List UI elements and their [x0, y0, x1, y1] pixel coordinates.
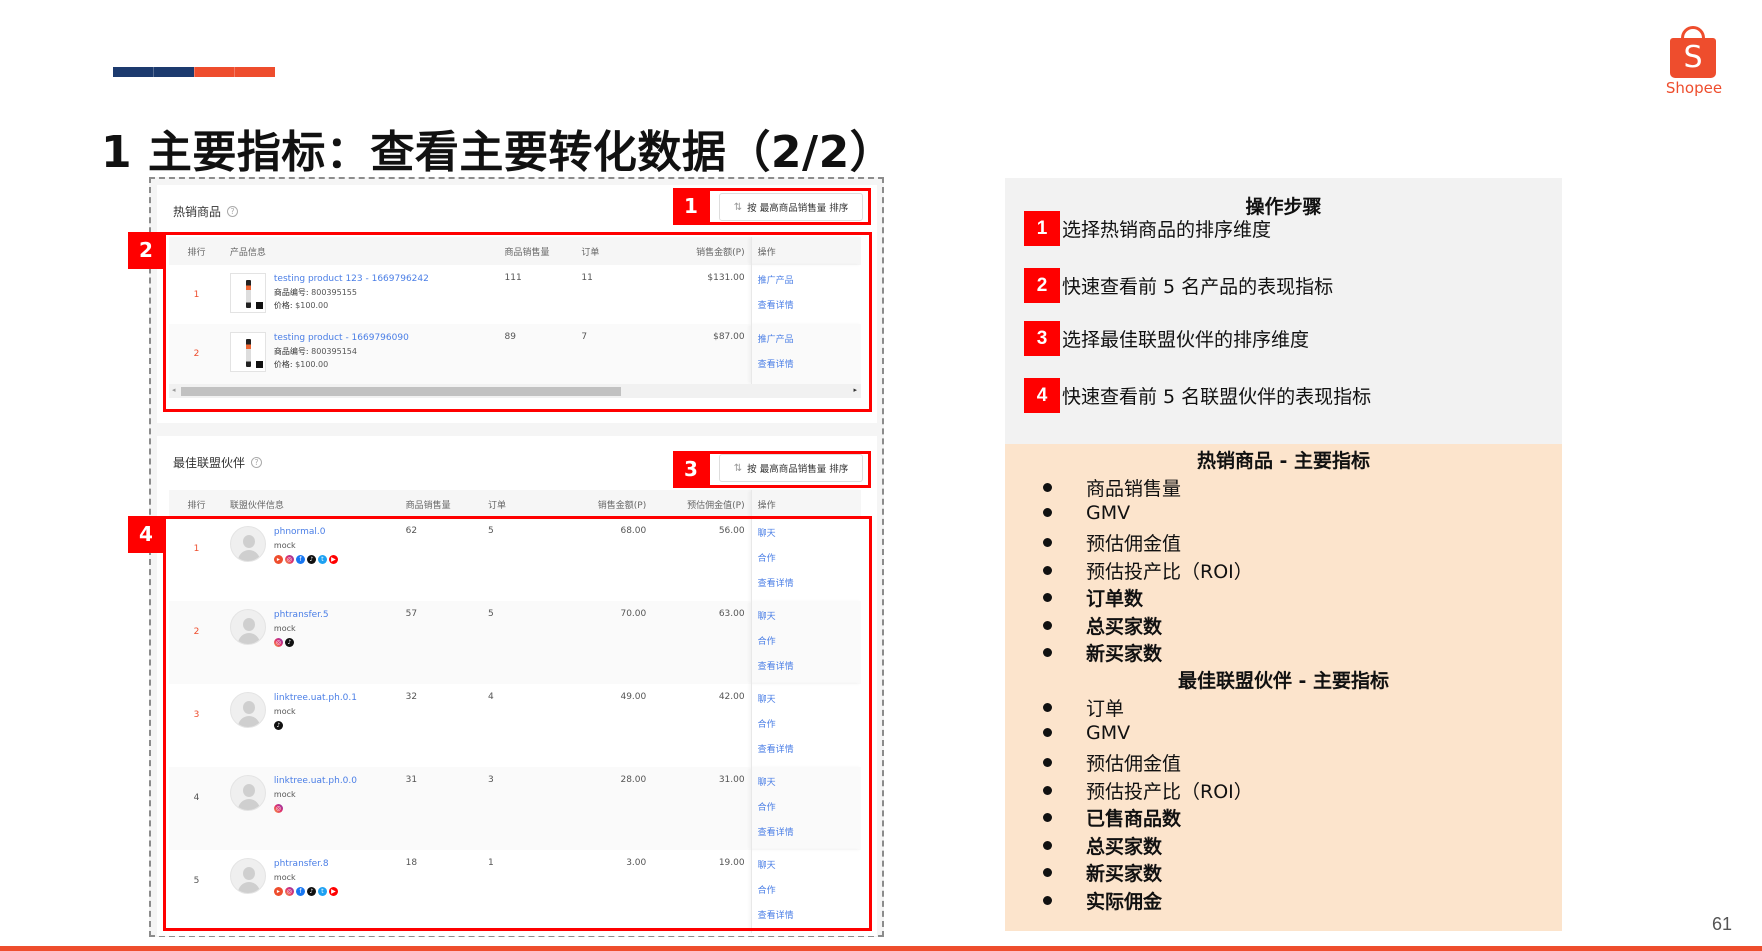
bullet-icon	[1043, 868, 1052, 877]
accent-segment-orange	[234, 67, 275, 77]
bullet-icon	[1043, 840, 1052, 850]
steps-section: 操作步骤 1 选择热销商品的排序维度 2 快速查看前 5 名产品的表现指标 3 …	[1005, 178, 1562, 444]
metric-item: 预估佣金值	[1043, 529, 1181, 556]
metric-text: 预估投产比（ROI）	[1086, 780, 1253, 803]
bullet-icon	[1043, 758, 1052, 767]
metric-item: 实际佣金	[1043, 887, 1162, 914]
step-number-badge: 4	[1024, 378, 1060, 413]
page-number: 61	[1712, 914, 1733, 934]
annotation-badge-4: 4	[128, 516, 164, 553]
col-est-commission: 预估佣金值(P)	[652, 490, 752, 518]
table-header-row: 排行 联盟伙伴信息 商品销售量 订单 销售金额(P) 预估佣金值(P) 操作	[169, 490, 861, 518]
metric-text: 预估佣金值	[1086, 753, 1182, 775]
metric-text: 商品销售量	[1086, 478, 1182, 500]
metric-item: 已售商品数	[1043, 804, 1181, 831]
metric-item: 新买家数	[1043, 859, 1162, 886]
logo-letter: S	[1683, 40, 1703, 75]
accent-segment-orange	[193, 67, 235, 77]
step-4: 4 快速查看前 5 名联盟伙伴的表现指标	[1024, 378, 1371, 413]
step-text: 快速查看前 5 名产品的表现指标	[1062, 276, 1334, 298]
annotation-box-3	[707, 451, 871, 488]
metric-text: 实际佣金	[1086, 890, 1163, 913]
affiliates-title-text: 最佳联盟伙伴	[173, 456, 246, 470]
metric-text: 订单数	[1086, 588, 1144, 610]
hot-products-title: 热销商品 ?	[173, 203, 239, 220]
step-number-badge: 1	[1024, 211, 1060, 246]
metric-text: 预估佣金值	[1086, 533, 1182, 555]
col-units-sold: 商品销售量	[399, 490, 483, 518]
metric-item: 订单数	[1043, 584, 1143, 611]
col-orders: 订单	[482, 490, 548, 518]
annotation-box-1	[707, 188, 871, 225]
accent-bar	[113, 67, 275, 77]
step-text: 选择热销商品的排序维度	[1062, 219, 1272, 241]
metrics-section: 热销商品 - 主要指标 最佳联盟伙伴 - 主要指标 商品销售量 GMV 预估佣金值预…	[1005, 444, 1562, 931]
affiliates-metrics-title: 最佳联盟伙伴 - 主要指标	[1177, 670, 1390, 692]
shopee-logo: S Shopee	[1664, 24, 1724, 100]
bullet-icon	[1043, 895, 1052, 905]
metric-text: 总买家数	[1086, 835, 1163, 858]
step-text: 选择最佳联盟伙伴的排序维度	[1062, 329, 1310, 351]
dashboard-screenshot: 热销商品 ? ⇅ 按 最高商品销售量 排序 排行 产品信息 商品销售量 订单 销…	[128, 177, 884, 937]
step-number-badge: 2	[1024, 268, 1060, 303]
accent-segment-navy	[152, 67, 194, 77]
col-sales: 销售金额(P)	[547, 490, 653, 518]
col-actions: 操作	[750, 490, 861, 518]
bullet-icon	[1043, 813, 1052, 822]
footer-line	[0, 946, 1762, 951]
metric-text: 总买家数	[1086, 615, 1163, 638]
bullet-icon	[1043, 483, 1052, 492]
page-title: 1 主要指标：查看主要转化数据（2/2）	[101, 127, 895, 178]
bullet-icon	[1043, 593, 1052, 602]
metric-text: 新买家数	[1086, 863, 1163, 885]
metric-item: 总买家数	[1043, 612, 1162, 639]
bullet-icon	[1043, 620, 1052, 630]
metric-text: 预估投产比（ROI）	[1086, 560, 1253, 583]
bullet-icon	[1043, 703, 1052, 712]
affiliates-title: 最佳联盟伙伴 ?	[173, 454, 263, 471]
help-icon[interactable]: ?	[227, 206, 239, 217]
metric-item: 新买家数	[1043, 639, 1162, 666]
metric-item: 总买家数	[1043, 832, 1162, 859]
bullet-icon	[1043, 565, 1052, 575]
metric-item: 订单	[1043, 694, 1124, 721]
metric-item: 预估佣金值	[1043, 749, 1181, 776]
bullet-icon	[1043, 648, 1052, 657]
step-3: 3 选择最佳联盟伙伴的排序维度	[1024, 321, 1309, 356]
metric-text: 新买家数	[1086, 643, 1163, 665]
hot-products-title-text: 热销商品	[173, 205, 222, 219]
hot-products-metrics-title: 热销商品 - 主要指标	[1196, 450, 1371, 472]
metric-item: GMV	[1043, 722, 1130, 744]
metric-item: GMV	[1043, 502, 1130, 524]
bullet-icon	[1043, 538, 1052, 547]
step-text: 快速查看前 5 名联盟伙伴的表现指标	[1062, 386, 1372, 408]
metric-item: 商品销售量	[1043, 474, 1181, 501]
help-icon[interactable]: ?	[251, 457, 263, 468]
metric-text: GMV	[1086, 501, 1131, 524]
annotation-badge-2: 2	[128, 232, 164, 269]
metric-item: 预估投产比（ROI）	[1043, 557, 1253, 584]
annotation-badge-1: 1	[673, 188, 709, 225]
bullet-icon	[1043, 785, 1052, 795]
instructions-panel: 操作步骤 1 选择热销商品的排序维度 2 快速查看前 5 名产品的表现指标 3 …	[1005, 178, 1562, 931]
accent-segment-navy	[113, 67, 153, 77]
step-number-badge: 3	[1024, 321, 1060, 356]
metric-text: GMV	[1086, 721, 1131, 744]
step-2: 2 快速查看前 5 名产品的表现指标	[1024, 268, 1333, 303]
metric-item: 预估投产比（ROI）	[1043, 777, 1253, 804]
logo-text: Shopee	[1665, 79, 1723, 97]
bullet-icon	[1043, 728, 1052, 737]
annotation-box-2	[163, 232, 872, 412]
col-affiliate-info: 联盟伙伴信息	[223, 490, 400, 518]
col-rank: 排行	[169, 490, 224, 518]
annotation-badge-3: 3	[673, 451, 709, 488]
metric-text: 已售商品数	[1086, 808, 1182, 830]
bullet-icon	[1043, 508, 1052, 517]
step-1: 1 选择热销商品的排序维度	[1024, 211, 1271, 246]
metric-text: 订单	[1086, 698, 1125, 720]
annotation-box-4	[163, 516, 872, 931]
